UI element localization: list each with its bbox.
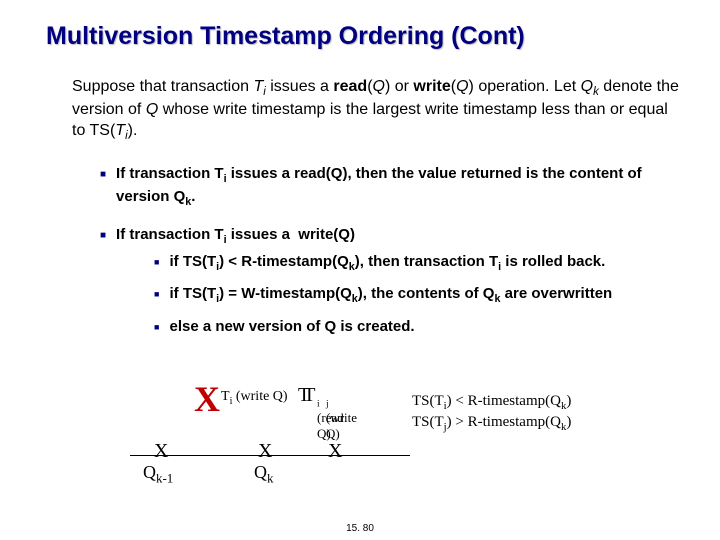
ti-write-label: Ti (write Q) (221, 389, 288, 407)
subbullet-item: ■if TS(Ti) < R-timestamp(Qk), then trans… (154, 252, 680, 275)
x-node: X (258, 440, 272, 463)
bullet-item: ■ If transaction Ti issues a write(Q) ■i… (100, 225, 680, 347)
x-node: X (154, 440, 168, 463)
qk-label: Qk (254, 462, 273, 487)
page-number: 15. 80 (0, 523, 720, 534)
square-icon: ■ (154, 317, 159, 337)
timeline-diagram: X Ti (write Q) TT i (read Q)j (write Q) … (130, 400, 690, 520)
square-icon: ■ (100, 225, 106, 347)
square-icon: ■ (154, 252, 159, 275)
qk-1-label: Qk-1 (143, 462, 173, 487)
x-node: X (328, 440, 342, 463)
square-icon: ■ (100, 164, 106, 209)
page-title: Multiversion Timestamp Ordering (Cont) (0, 0, 720, 51)
subbullet-item: ■else a new version of Q is created. (154, 317, 680, 337)
intro-text: Suppose that transaction Ti issues a rea… (0, 51, 720, 144)
rhs-inequalities: TS(Ti) < R-timestamp(Qk) TS(Tj) > R-time… (412, 392, 571, 435)
square-icon: ■ (154, 284, 159, 307)
big-x-marker: X (194, 378, 220, 420)
bullet-item: ■ If transaction Ti issues a read(Q), th… (100, 164, 680, 209)
bullet-list: ■ If transaction Ti issues a read(Q), th… (0, 144, 720, 347)
subbullet-item: ■if TS(Ti) = W-timestamp(Qk), the conten… (154, 284, 680, 307)
